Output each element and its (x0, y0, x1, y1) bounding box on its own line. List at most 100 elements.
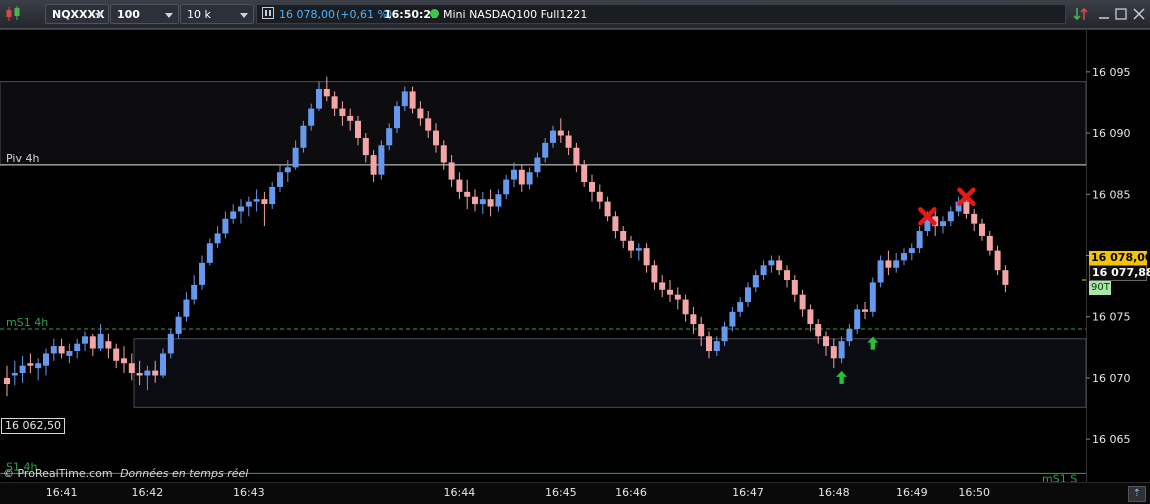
close-icon[interactable] (1131, 6, 1147, 22)
candle-body (167, 333, 174, 354)
candle-body (612, 216, 619, 232)
candle-body (409, 91, 416, 109)
candle-body (823, 336, 829, 347)
candle-body (199, 262, 205, 285)
candlestick-icon[interactable] (4, 4, 26, 24)
units-dropdown[interactable]: 10 k unités (180, 4, 254, 41)
candle-body (292, 147, 299, 168)
candle-body (901, 253, 907, 261)
candle-body (745, 287, 751, 303)
candle-body (269, 186, 276, 205)
candle-body (589, 182, 595, 192)
y-tick-label: 16 085 (1092, 188, 1131, 201)
candle-body (682, 299, 689, 315)
candle-body (511, 169, 517, 180)
candle-body (456, 179, 463, 192)
candle-body (183, 299, 190, 317)
sync-arrows-icon[interactable] (1073, 6, 1089, 22)
candle-body (19, 365, 26, 374)
candle-body (979, 223, 985, 236)
candle-body (908, 248, 915, 254)
candle-body (308, 108, 315, 126)
candle-body (752, 275, 759, 288)
candle-body (721, 326, 728, 342)
scroll-up-icon[interactable]: ⇡ (1128, 486, 1146, 502)
candle-body (916, 231, 923, 249)
candle-body (277, 172, 283, 187)
candle-body (838, 341, 845, 359)
maximize-icon[interactable] (1113, 6, 1129, 22)
y-tick-label: 16 075 (1092, 311, 1131, 324)
candle-body (706, 336, 712, 351)
candle-body (74, 343, 81, 351)
candle-body (370, 155, 377, 175)
candle-body (136, 373, 143, 376)
candle-body (526, 172, 533, 185)
candle-body (807, 309, 814, 325)
candle-body (760, 265, 767, 276)
chevron-down-icon (95, 13, 103, 18)
candle-body (35, 363, 42, 369)
chevron-down-icon (165, 13, 173, 18)
candle-body (581, 164, 588, 183)
ticks-dropdown[interactable]: 100 ticks (110, 4, 179, 41)
candle-body (175, 316, 182, 334)
candle-body (604, 201, 611, 217)
candle-body (994, 250, 1001, 271)
candle-body (690, 314, 697, 325)
candle-body (11, 373, 18, 376)
candle-body (674, 294, 681, 300)
chevron-down-icon (240, 13, 248, 18)
candle-body (971, 213, 978, 224)
info-icon[interactable] (262, 6, 274, 23)
last-price: 16 078,00 (279, 8, 335, 21)
candle-body (394, 106, 400, 129)
candle-body (464, 191, 471, 197)
instrument-name: Mini NASDAQ100 Full1221 (443, 8, 588, 21)
candle-body (495, 194, 502, 207)
candle-body (542, 142, 549, 158)
level-label: mS1 4h (6, 316, 48, 329)
candle-body (885, 260, 892, 268)
candle-body (737, 302, 744, 312)
candle-body (698, 324, 705, 337)
minimize-icon[interactable] (1096, 6, 1112, 22)
candle-body (518, 169, 525, 185)
candle-body (667, 289, 673, 295)
prev-price-label: 16 077,88 (1089, 265, 1150, 281)
candle-body (347, 115, 354, 121)
chart-area[interactable]: Piv 4h mS1 4h S1 4h mS1 S 16 095 16 090 16 085… (0, 29, 1150, 487)
level-label: Piv 4h (6, 152, 39, 165)
data-status-label: Données en temps réel (120, 467, 249, 480)
candle-body (557, 130, 564, 136)
y-tick-label: 16 090 (1092, 127, 1131, 140)
x-tick-label: 16:42 (131, 486, 164, 499)
candle-body (66, 350, 73, 356)
x-tick-label: 16:43 (232, 486, 265, 499)
candle-body (815, 324, 822, 337)
candle-body (222, 218, 229, 234)
candle-body (245, 201, 252, 207)
candle-body (573, 147, 580, 165)
candle-body (472, 196, 478, 205)
candle-body (144, 370, 151, 376)
candle-body (963, 201, 970, 214)
x-tick-label: 16:50 (958, 486, 991, 499)
candle-body (238, 206, 244, 212)
last-price-label: 16 078,00 (1089, 251, 1150, 265)
symbol-dropdown[interactable]: NQXXXX (45, 4, 109, 24)
candle-body (448, 162, 455, 180)
y-tick-label: 16 065 (1092, 433, 1131, 446)
candle-body (43, 353, 49, 366)
candle-body (206, 243, 213, 263)
candle-body (261, 199, 268, 205)
candle-body (82, 336, 88, 344)
candle-body (830, 346, 837, 359)
candle-body (1002, 270, 1009, 285)
candle-body (479, 199, 486, 205)
x-tick-label: 16:45 (544, 486, 577, 499)
price-chart[interactable]: Piv 4hmS1 4hS1 4hmS1 S16 09516 09016 085… (0, 29, 1150, 487)
candle-body (651, 265, 658, 283)
candle-body (986, 235, 993, 251)
quote-bar: 16 078,00 (+0,61 %) 16:50:25 Mini NASDAQ… (256, 4, 1066, 24)
